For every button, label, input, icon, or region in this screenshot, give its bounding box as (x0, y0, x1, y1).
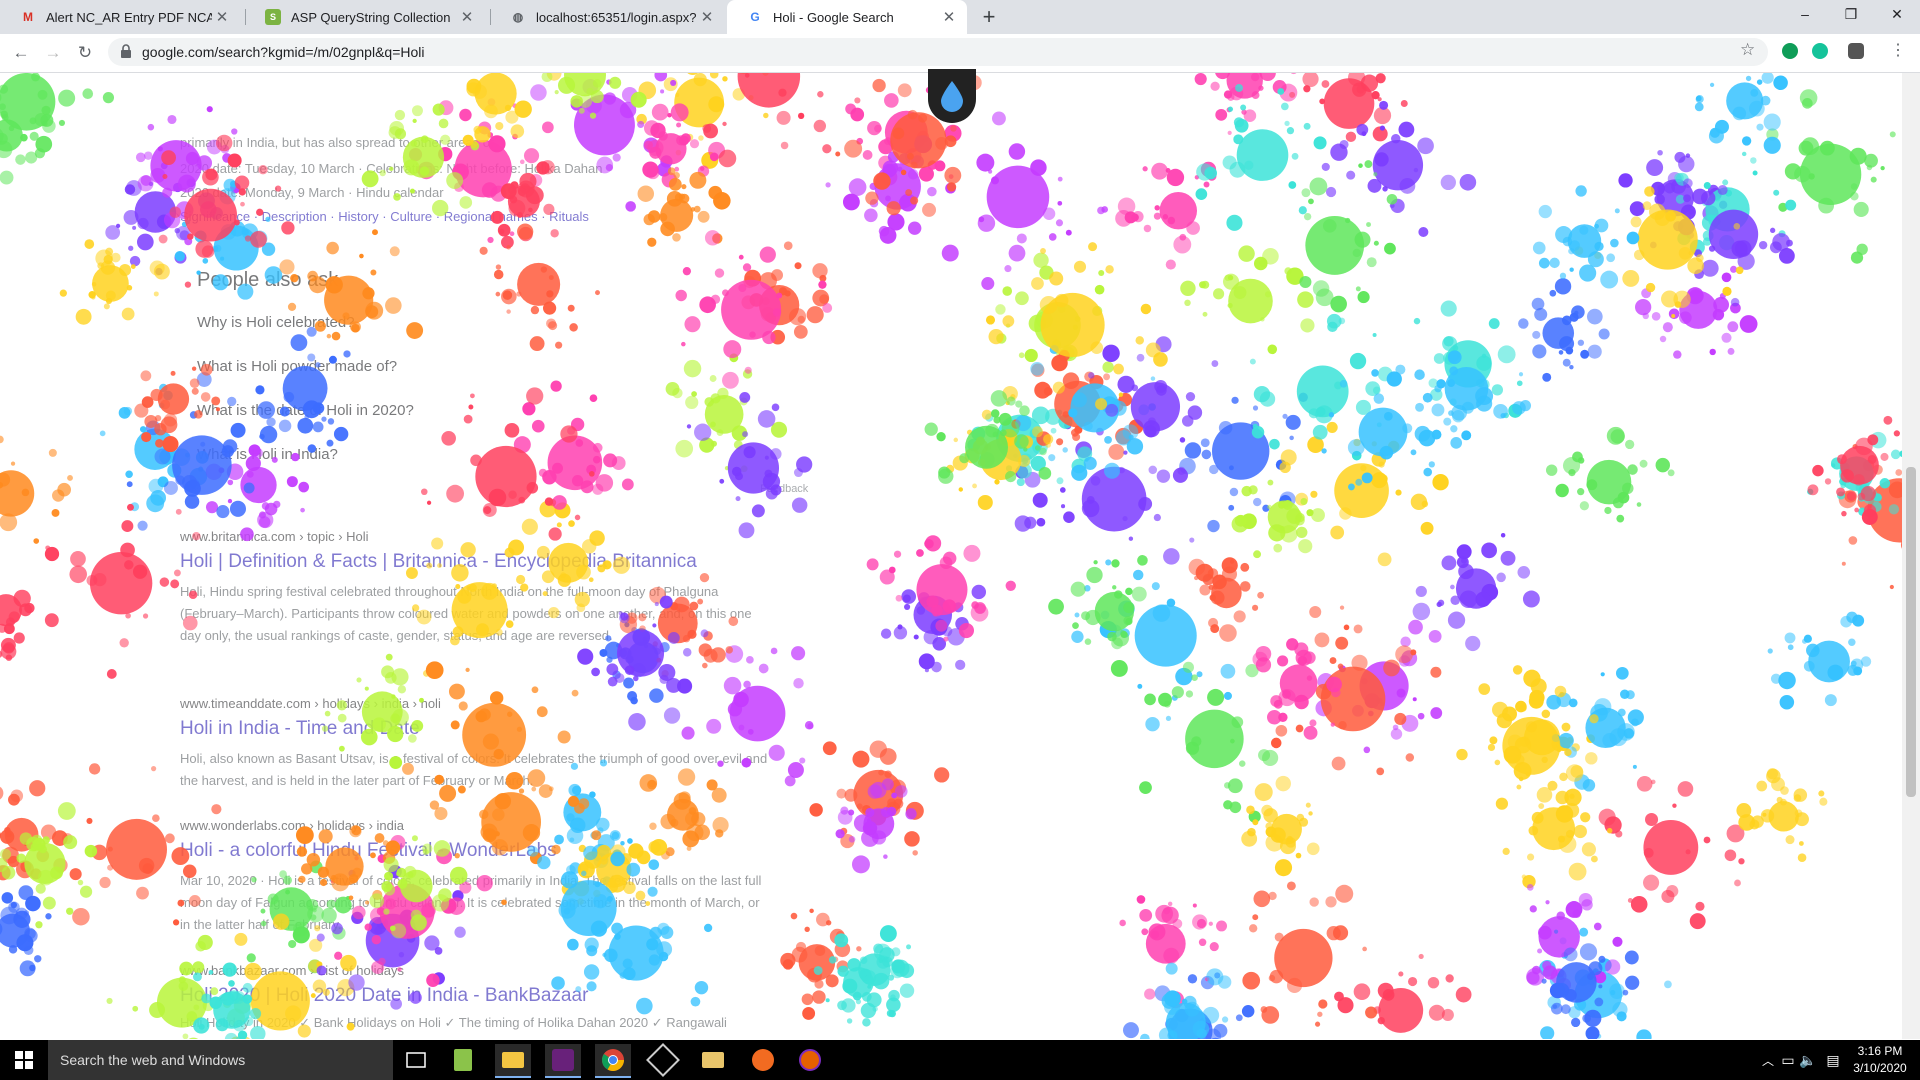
more-menu-icon[interactable]: ⋮ (1890, 40, 1906, 60)
reload-icon[interactable]: ↻ (72, 40, 98, 66)
grammarly-icon[interactable] (1812, 43, 1828, 59)
action-center-icon[interactable]: ▤ (1815, 1044, 1851, 1076)
clock-date: 3/10/2020 (1853, 1061, 1907, 1075)
close-tab-icon[interactable]: ✕ (212, 8, 232, 26)
app-orange-icon[interactable] (745, 1044, 781, 1076)
tab-gmail[interactable]: M Alert NC_AR Entry PDF NCAR_File ✕ (0, 0, 240, 34)
gmail-icon: M (23, 10, 33, 24)
tab-label: localhost:65351/login.aspx?Userna (536, 9, 697, 25)
paint-splash (0, 885, 52, 977)
paint-splash (866, 535, 1016, 642)
paint-splash (1088, 336, 1219, 483)
file-explorer-icon[interactable] (495, 1044, 531, 1078)
paint-splash (1048, 555, 1148, 677)
taskbar-clock[interactable]: 3:16 PM 3/10/2020 (1850, 1043, 1910, 1077)
profile-avatar[interactable] (1848, 43, 1864, 59)
back-arrow-icon[interactable]: ← (8, 40, 34, 66)
holi-color-splash-overlay[interactable] (0, 73, 1902, 1039)
firefox-icon[interactable] (792, 1044, 828, 1076)
url-text[interactable]: google.com/search?kgmid=/m/02gnpl&q=Holi (142, 44, 425, 60)
globe-icon: ◍ (512, 10, 524, 24)
minimize-button[interactable]: – (1782, 0, 1828, 30)
paint-splash (1546, 666, 1644, 792)
paint-splash (1242, 881, 1378, 1027)
paint-splash (1289, 73, 1408, 143)
paint-splash (1767, 611, 1872, 710)
paint-splash (504, 500, 631, 613)
paint-splash (1635, 265, 1758, 359)
close-tab-icon[interactable]: ✕ (697, 8, 717, 26)
extension-shield-icon[interactable] (1782, 43, 1798, 59)
paint-splash (1736, 768, 1828, 863)
site-favicon: S (265, 9, 281, 25)
clock-time: 3:16 PM (1857, 1044, 1903, 1058)
paint-splash (0, 589, 59, 661)
close-tab-icon[interactable]: ✕ (457, 8, 477, 26)
paint-splash (44, 503, 201, 679)
paint-splash (1532, 185, 1640, 289)
paint-splash (1252, 638, 1342, 740)
tab-label: Holi - Google Search (773, 9, 894, 25)
water-drop-icon (941, 81, 963, 112)
paint-splash (1518, 278, 1610, 382)
windows-start-button[interactable] (0, 1040, 48, 1080)
page-viewport: primarily in India, but has also spread … (0, 73, 1902, 1039)
paint-splash (51, 763, 222, 926)
tab-holi-search[interactable]: G Holi - Google Search ✕ (727, 0, 967, 34)
paint-splash (1598, 776, 1745, 930)
tab-asp-querystring[interactable]: S ASP QueryString Collection ✕ (245, 0, 485, 34)
paint-splash (1231, 479, 1325, 559)
tab-label: Alert NC_AR Entry PDF NCAR_File (46, 9, 212, 25)
snipping-tool-icon[interactable] (645, 1043, 681, 1077)
paint-splash (1334, 953, 1472, 1033)
maximize-button[interactable]: ❐ (1828, 0, 1874, 30)
close-window-button[interactable]: ✕ (1874, 0, 1920, 30)
paint-splash (1188, 557, 1265, 642)
paint-splash (1694, 73, 1788, 154)
lock-icon (121, 44, 131, 58)
task-view-icon[interactable] (398, 1044, 434, 1076)
paint-splash (321, 653, 424, 769)
tab-localhost[interactable]: ◍ localhost:65351/login.aspx?Userna ✕ (490, 0, 725, 34)
paint-splash (1241, 775, 1320, 877)
paint-splash (255, 326, 351, 453)
paint-splash (1180, 245, 1315, 355)
chrome-icon[interactable] (595, 1044, 631, 1078)
tab-label: ASP QueryString Collection (291, 9, 451, 25)
paint-splash (1545, 426, 1675, 523)
water-drop-button[interactable] (928, 69, 976, 123)
google-g-icon: G (750, 10, 760, 24)
bookmark-star-icon[interactable]: ☆ (1740, 40, 1755, 60)
visual-studio-icon[interactable] (545, 1044, 581, 1078)
paint-splash (279, 229, 424, 341)
notepad-plus-icon[interactable] (445, 1044, 481, 1076)
paint-splash (405, 537, 560, 677)
scrollbar-thumb[interactable] (1906, 467, 1916, 797)
paint-splash (479, 223, 600, 352)
close-tab-icon[interactable]: ✕ (939, 8, 959, 26)
new-tab-button[interactable]: + (975, 4, 1003, 32)
paint-splash (1195, 83, 1327, 231)
taskbar-search-placeholder[interactable]: Search the web and Windows (60, 1052, 245, 1068)
paint-splash (0, 435, 73, 544)
windows-logo-icon (15, 1051, 33, 1069)
paint-splash (681, 645, 814, 787)
paint-splash (1139, 661, 1279, 823)
forward-arrow-icon[interactable]: → (40, 40, 66, 66)
paint-splash (59, 239, 170, 325)
folder-icon[interactable] (695, 1044, 731, 1076)
